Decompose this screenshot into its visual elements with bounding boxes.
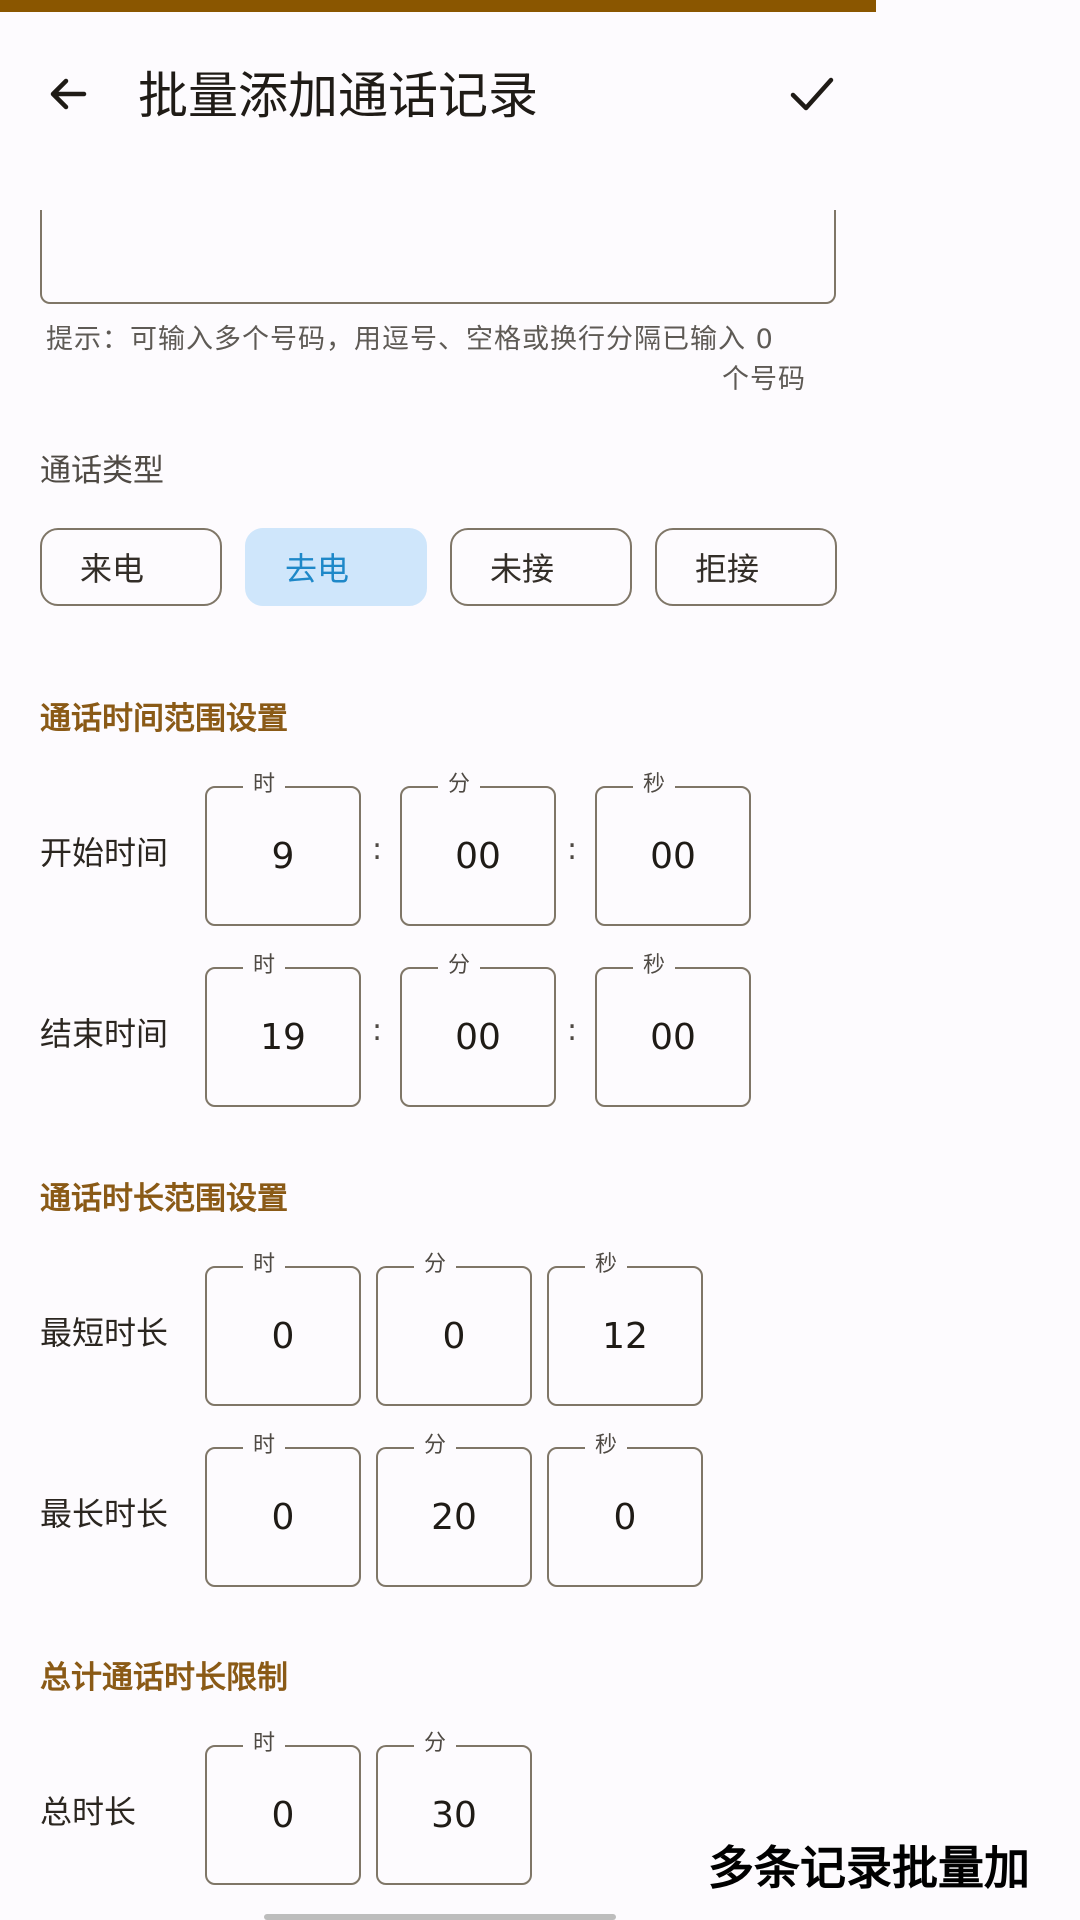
minute-caption: 分	[414, 1248, 457, 1282]
hour-caption: 时	[243, 1248, 286, 1282]
start-minute-field[interactable]: 分 00	[400, 768, 556, 926]
end-second-field[interactable]: 秒 00	[595, 949, 751, 1107]
max-second-value: 0	[613, 1497, 637, 1538]
total-minute-field[interactable]: 分 30	[376, 1727, 532, 1885]
page-title: 批量添加通话记录	[138, 67, 538, 125]
top-accent-strip	[0, 0, 876, 12]
time-separator: :	[567, 1013, 578, 1048]
call-type-missed-button[interactable]: 未接	[450, 528, 632, 606]
time-separator: :	[567, 832, 578, 867]
minute-caption: 分	[414, 1727, 457, 1761]
end-minute-field[interactable]: 分 00	[400, 949, 556, 1107]
confirm-button[interactable]	[780, 62, 844, 126]
min-hour-value: 0	[271, 1316, 295, 1357]
minute-caption: 分	[438, 949, 481, 983]
end-hour-field[interactable]: 时 19	[205, 949, 361, 1107]
max-second-field[interactable]: 秒 0	[547, 1429, 703, 1587]
hour-caption: 时	[243, 949, 286, 983]
hour-caption: 时	[243, 1429, 286, 1463]
duration-range-section-title: 通话时长范围设置	[40, 1181, 288, 1217]
min-duration-label: 最短时长	[40, 1314, 169, 1352]
second-caption: 秒	[585, 1429, 628, 1463]
call-type-label: 通话类型	[40, 453, 164, 489]
app-bar: 批量添加通话记录	[0, 40, 876, 150]
second-caption: 秒	[633, 949, 676, 983]
max-duration-label: 最长时长	[40, 1495, 169, 1533]
phone-numbers-input[interactable]	[40, 210, 836, 304]
max-hour-value: 0	[271, 1497, 295, 1538]
back-button[interactable]	[36, 62, 100, 126]
check-icon	[790, 77, 834, 111]
total-minute-value: 30	[431, 1795, 477, 1836]
time-range-section-title: 通话时间范围设置	[40, 701, 288, 737]
watermark-caption: 多条记录批量加	[708, 1841, 1030, 1895]
min-second-field[interactable]: 秒 12	[547, 1248, 703, 1406]
hint-line-1: 提示：可输入多个号码，用逗号、空格或换行分隔已输入 0	[46, 324, 774, 355]
min-second-value: 12	[602, 1316, 648, 1357]
end-second-value: 00	[650, 1017, 696, 1058]
start-second-field[interactable]: 秒 00	[595, 768, 751, 926]
total-duration-label: 总时长	[40, 1793, 137, 1831]
hint-line-2: 个号码	[722, 364, 806, 395]
phone-input-hint: 提示：可输入多个号码，用逗号、空格或换行分隔已输入 0 个号码	[46, 320, 836, 400]
call-type-outgoing-button[interactable]: 去电	[245, 528, 427, 606]
hour-caption: 时	[243, 768, 286, 802]
max-minute-value: 20	[431, 1497, 477, 1538]
max-hour-field[interactable]: 时 0	[205, 1429, 361, 1587]
min-minute-value: 0	[442, 1316, 466, 1357]
end-time-label: 结束时间	[40, 1015, 169, 1053]
start-hour-value: 9	[271, 836, 295, 877]
end-minute-value: 00	[455, 1017, 501, 1058]
total-hour-field[interactable]: 时 0	[205, 1727, 361, 1885]
start-time-label: 开始时间	[40, 834, 169, 872]
max-minute-field[interactable]: 分 20	[376, 1429, 532, 1587]
minute-caption: 分	[438, 768, 481, 802]
time-separator: :	[372, 1013, 383, 1048]
call-type-rejected-button[interactable]: 拒接	[655, 528, 837, 606]
minute-caption: 分	[414, 1429, 457, 1463]
second-caption: 秒	[585, 1248, 628, 1282]
arrow-left-icon	[50, 78, 87, 110]
second-caption: 秒	[633, 768, 676, 802]
time-separator: :	[372, 832, 383, 867]
start-minute-value: 00	[455, 836, 501, 877]
min-minute-field[interactable]: 分 0	[376, 1248, 532, 1406]
start-second-value: 00	[650, 836, 696, 877]
total-hour-value: 0	[271, 1795, 295, 1836]
min-hour-field[interactable]: 时 0	[205, 1248, 361, 1406]
start-hour-field[interactable]: 时 9	[205, 768, 361, 926]
call-type-incoming-button[interactable]: 来电	[40, 528, 222, 606]
end-hour-value: 19	[260, 1017, 306, 1058]
scroll-indicator[interactable]	[264, 1914, 616, 1920]
hour-caption: 时	[243, 1727, 286, 1761]
total-limit-section-title: 总计通话时长限制	[40, 1660, 288, 1696]
